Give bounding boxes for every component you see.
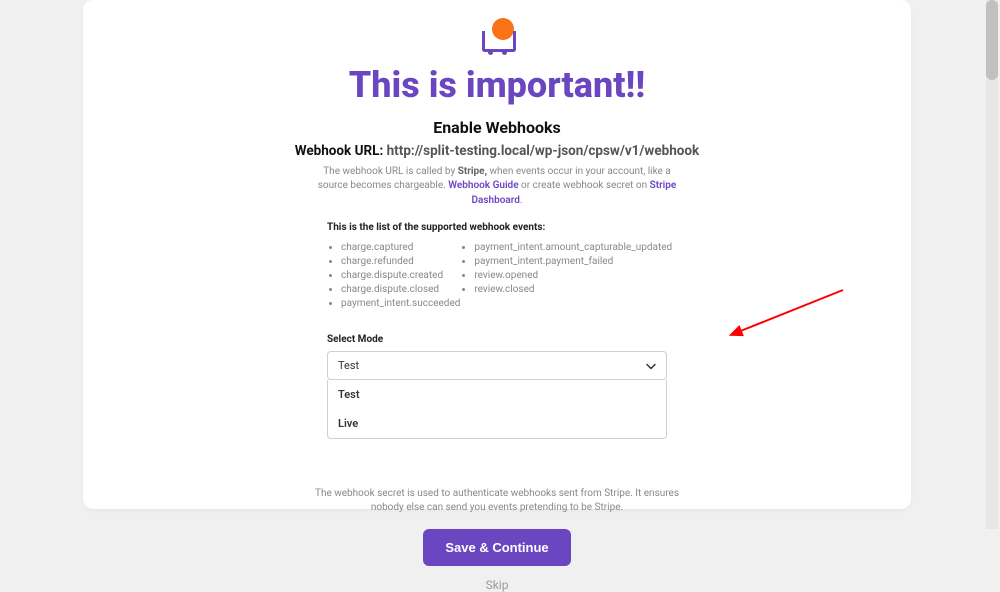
description: The webhook URL is called by Stripe, whe… [307, 165, 687, 209]
events-title: This is the list of the supported webhoo… [327, 222, 667, 233]
mode-dropdown: TestLive [327, 380, 667, 439]
events-left: charge.captured charge.refunded charge.dis… [327, 242, 460, 309]
webhook-url-line: Webhook URL: http://split-testing.local/… [83, 143, 911, 159]
desc-stripe: Stripe, [458, 166, 487, 177]
event-item: payment_intent.payment_failed [474, 256, 672, 267]
event-item: review.opened [474, 270, 672, 281]
app-logo [480, 18, 514, 52]
save-continue-button[interactable]: Save & Continue [423, 529, 570, 566]
mode-option[interactable]: Live [328, 409, 666, 438]
webhook-url-value: http://split-testing.local/wp-json/cpsw/… [387, 143, 700, 159]
event-item: payment_intent.succeeded [341, 298, 460, 309]
card: This is important!! Enable Webhooks Webh… [83, 0, 911, 509]
scrollbar-thumb[interactable] [986, 0, 998, 80]
event-item: review.closed [474, 284, 672, 295]
events-right: payment_intent.amount_capturable_updated… [460, 242, 672, 295]
webhook-guide-link[interactable]: Webhook Guide [448, 180, 518, 191]
desc-text: or create webhook secret on [519, 180, 650, 191]
page-subtitle: Enable Webhooks [83, 118, 911, 137]
event-item: charge.dispute.closed [341, 284, 460, 295]
desc-text: . [520, 195, 523, 206]
webhook-url-label: Webhook URL: [295, 143, 384, 159]
annotation-arrow [723, 282, 853, 342]
event-item: charge.refunded [341, 256, 460, 267]
chevron-down-icon [646, 356, 656, 375]
secret-note: The webhook secret is used to authentica… [312, 487, 682, 515]
event-item: payment_intent.amount_capturable_updated [474, 242, 672, 253]
mode-option[interactable]: Test [328, 380, 666, 409]
event-item: charge.dispute.created [341, 270, 460, 281]
scrollbar[interactable] [986, 0, 998, 529]
mode-selected-value: Test [328, 352, 666, 379]
page-title: This is important!! [83, 66, 911, 106]
event-item: charge.captured [341, 242, 460, 253]
desc-text: The webhook URL is called by [323, 166, 457, 177]
skip-link[interactable]: Skip [83, 578, 911, 592]
mode-select[interactable]: Test [327, 351, 667, 380]
mode-label: Select Mode [327, 334, 667, 345]
